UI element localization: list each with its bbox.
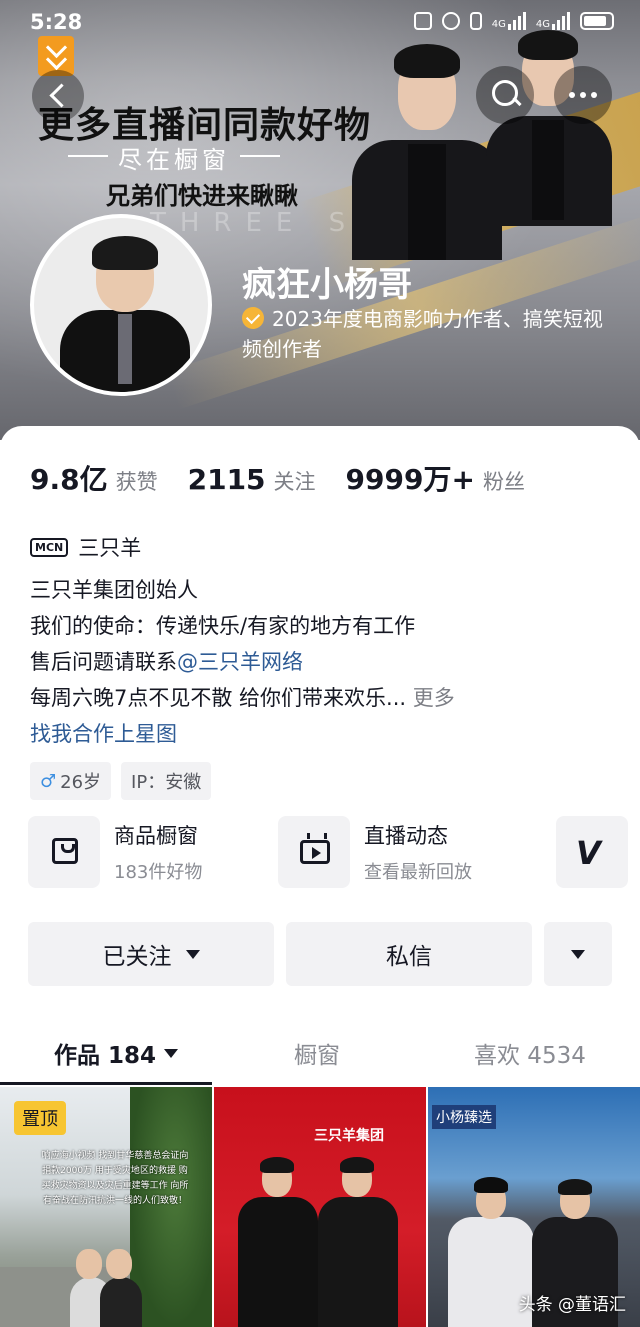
v-logo-icon: V (576, 834, 601, 872)
video-2-banner-text: 三只羊集团 (314, 1128, 384, 1144)
action-buttons: 已关注 私信 (28, 922, 612, 986)
message-button-label: 私信 (386, 944, 432, 970)
tv-icon (300, 840, 330, 864)
profile-name: 疯狂小杨哥 (242, 265, 412, 305)
following-button[interactable]: 已关注 (28, 922, 274, 986)
video-1-notice-text: 响应海小视频 找到甘华慈善总会证向捐款2000万 用于受灾地区的救援 购买救灾物… (41, 1151, 189, 1206)
bio-line-4: 每周六晚7点不见不散 给你们带来欢乐... 更多 (30, 680, 455, 716)
vibrate-icon (469, 12, 482, 30)
signal-icon: 4G (492, 12, 526, 30)
star-map-button[interactable]: V (556, 816, 628, 888)
tab-likes[interactable]: 喜欢 4534 (474, 1036, 586, 1070)
male-icon: ♂ (40, 770, 57, 792)
signal-icon: 4G (536, 12, 570, 30)
video-3-board-text: 小杨臻选 (432, 1105, 496, 1129)
live-updates-title[interactable]: 直播动态 (364, 820, 448, 850)
pinned-badge: 置顶 (14, 1101, 66, 1135)
mcn-icon: MCN (30, 537, 69, 557)
avatar[interactable] (30, 214, 212, 396)
stat-following[interactable]: 2115 关注 (188, 463, 316, 496)
bio-line-2: 我们的使命：传递快乐/有家的地方有工作 (30, 614, 416, 638)
stat-following-label: 关注 (273, 470, 316, 494)
banner-person-left (352, 40, 502, 260)
verified-description: 2023年度电商影响力作者、搞笑短视频创作者 (242, 307, 603, 361)
status-icons: 4G 4G (413, 12, 614, 30)
tab-showcase-label: 橱窗 (294, 1043, 340, 1069)
bio-line-1: 三只羊集团创始人 (30, 578, 198, 602)
video-grid: 响应海小视频 找到甘华慈善总会证向捐款2000万 用于受灾地区的救援 购买救灾物… (0, 1087, 640, 1327)
active-tab-indicator (0, 1082, 212, 1085)
age-tag: ♂ 26岁 (30, 762, 112, 800)
profile-banner: THREE SHEEP 更多直播间同款好物 尽在橱窗 兄弟们快进来瞅瞅 疯狂小杨… (0, 0, 640, 440)
feature-entries: 商品橱窗 183件好物 直播动态 查看最新回放 V (28, 816, 628, 888)
stat-followers[interactable]: 9999万+ 粉丝 (346, 458, 525, 498)
following-button-label: 已关注 (102, 944, 172, 970)
battery-icon (580, 12, 614, 30)
bio-more-button[interactable]: 更多 (413, 686, 455, 710)
video-thumbnail-1[interactable]: 响应海小视频 找到甘华慈善总会证向捐款2000万 用于受灾地区的救援 购买救灾物… (0, 1087, 212, 1327)
nfc-icon (413, 12, 432, 30)
bio-mention-link[interactable]: @三只羊网络 (177, 650, 303, 674)
tab-works[interactable]: 作品 184 (54, 1036, 179, 1070)
ip-tag: IP：安徽 (121, 762, 212, 800)
bio-line-3-text: 售后问题请联系 (30, 650, 177, 674)
stat-likes-value: 9.8亿 (30, 463, 108, 496)
alarm-icon (441, 12, 460, 30)
mcn-row[interactable]: MCN 三只羊 (30, 532, 141, 562)
ip-value: IP：安徽 (131, 772, 202, 793)
stat-likes[interactable]: 9.8亿 获赞 (30, 458, 158, 498)
stat-likes-label: 获赞 (115, 470, 158, 494)
status-time: 5:28 (30, 10, 83, 34)
bio-line-3: 售后问题请联系@三只羊网络 (30, 644, 455, 680)
chevron-down-icon (571, 949, 585, 959)
more-actions-button[interactable] (544, 922, 612, 986)
live-updates-button[interactable] (278, 816, 350, 888)
profile-tags: ♂ 26岁 IP：安徽 (30, 762, 212, 800)
message-button[interactable]: 私信 (286, 922, 532, 986)
stat-followers-value: 9999万+ (345, 463, 475, 496)
tab-works-label: 作品 184 (54, 1043, 157, 1069)
chevron-down-icon (185, 949, 200, 959)
search-icon[interactable] (476, 66, 534, 124)
status-bar: 5:28 4G 4G (0, 0, 640, 48)
promo-subtitle: 尽在橱窗 (68, 140, 280, 175)
back-button[interactable] (32, 70, 84, 122)
stat-following-value: 2115 (187, 463, 266, 496)
shop-window-title[interactable]: 商品橱窗 (114, 820, 198, 850)
content-tabs: 作品 184 橱窗 喜欢 4534 (0, 1026, 640, 1085)
source-watermark: 头条 @董语汇 (518, 1295, 626, 1315)
promo-cta: 兄弟们快进来瞅瞅 (106, 182, 298, 210)
star-map-link[interactable]: 找我合作上星图 (30, 716, 455, 752)
stats-row: 9.8亿 获赞 2115 关注 9999万+ 粉丝 (30, 458, 555, 498)
age-value: 26岁 (60, 772, 102, 793)
chevron-down-icon (164, 1048, 179, 1058)
mcn-name: 三只羊 (78, 536, 142, 560)
stat-followers-label: 粉丝 (482, 470, 525, 494)
bio: 三只羊集团创始人 我们的使命：传递快乐/有家的地方有工作 售后问题请联系@三只羊… (30, 572, 455, 752)
more-options-button[interactable] (554, 66, 612, 124)
shop-window-button[interactable] (28, 816, 100, 888)
tab-showcase[interactable]: 橱窗 (294, 1036, 340, 1070)
video-thumbnail-2[interactable]: 三只羊集团 (214, 1087, 426, 1327)
tab-likes-label: 喜欢 4534 (474, 1043, 586, 1069)
shop-window-count: 183件好物 (114, 862, 203, 883)
shopping-bag-icon (52, 838, 78, 864)
live-updates-subtitle: 查看最新回放 (364, 862, 472, 883)
bio-line-4-text: 每周六晚7点不见不散 给你们带来欢乐... (30, 686, 407, 710)
